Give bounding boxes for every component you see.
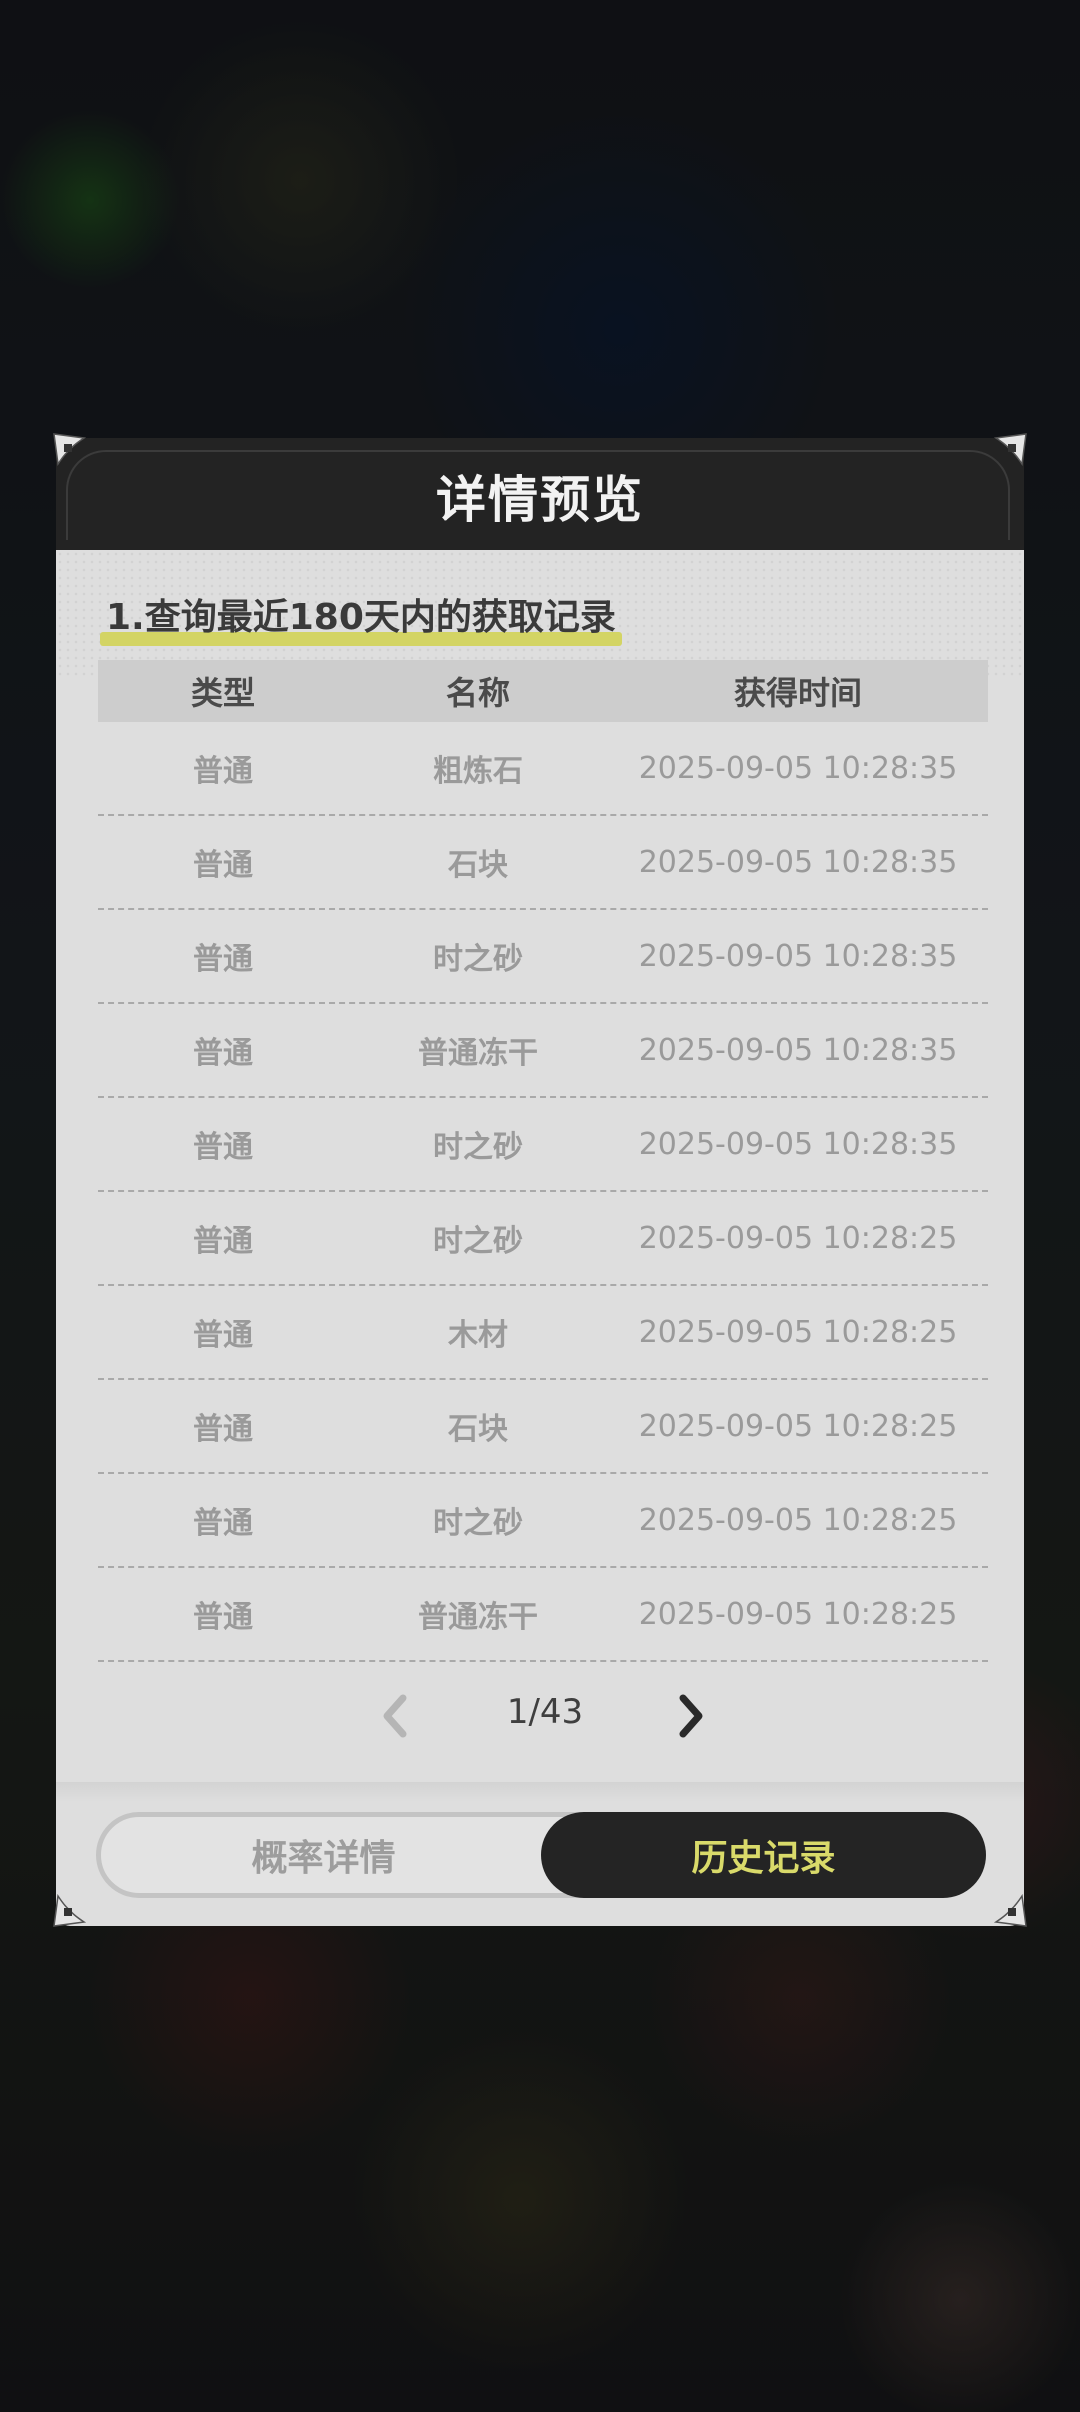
cell-name: 石块 (448, 848, 508, 883)
cell-time: 2025-09-05 10:28:25 (638, 1596, 958, 1632)
chevron-left-icon (383, 1694, 407, 1738)
corner-ornament-icon (994, 1894, 1027, 1927)
cell-type: 普通 (193, 1412, 253, 1447)
dialog-body: 1.查询最近180天内的获取记录 类型 名称 获得时间 普通 粗炼石 2025-… (56, 550, 1024, 1926)
dialog-title: 详情预览 (436, 471, 644, 529)
cell-time: 2025-09-05 10:28:35 (638, 1126, 958, 1162)
prev-page-button[interactable] (370, 1688, 420, 1744)
cell-name: 时之砂 (433, 1506, 523, 1541)
tab-history[interactable]: 历史记录 (541, 1812, 986, 1898)
table-row: 普通 时之砂 2025-09-05 10:28:35 (98, 1098, 988, 1192)
table-row: 普通 普通冻干 2025-09-05 10:28:25 (98, 1568, 988, 1662)
header-time: 获得时间 (733, 674, 862, 712)
cell-name: 时之砂 (433, 1130, 523, 1165)
cell-name: 木材 (448, 1318, 508, 1353)
table-row: 普通 粗炼石 2025-09-05 10:28:35 (98, 722, 988, 816)
subtitle-text: 1.查询最近180天内的获取记录 (106, 597, 616, 638)
cell-time: 2025-09-05 10:28:25 (638, 1220, 958, 1256)
tab-probability-details[interactable]: 概率详情 (101, 1812, 546, 1898)
table-row: 普通 木材 2025-09-05 10:28:25 (98, 1286, 988, 1380)
next-page-button[interactable] (666, 1688, 716, 1744)
cell-type: 普通 (193, 848, 253, 883)
cell-name: 粗炼石 (433, 754, 523, 789)
details-dialog: 详情预览 1.查询最近180天内的获取记录 类型 名称 获得时间 普通 粗炼石 … (56, 438, 1024, 1926)
page-indicator: 1/43 (506, 1692, 584, 1732)
chevron-right-icon (679, 1694, 703, 1738)
table-row: 普通 时之砂 2025-09-05 10:28:35 (98, 910, 988, 1004)
cell-time: 2025-09-05 10:28:35 (638, 938, 958, 974)
table-row: 普通 时之砂 2025-09-05 10:28:25 (98, 1192, 988, 1286)
cell-type: 普通 (193, 1130, 253, 1165)
cell-type: 普通 (193, 942, 253, 977)
header-type: 类型 (190, 674, 255, 712)
cell-type: 普通 (193, 1318, 253, 1353)
cell-name: 普通冻干 (418, 1600, 538, 1635)
pagination: 1/43 (56, 1682, 1024, 1752)
section-divider (56, 1782, 1024, 1802)
cell-time: 2025-09-05 10:28:35 (638, 750, 958, 786)
corner-ornament-icon (53, 1894, 86, 1927)
cell-name: 时之砂 (433, 942, 523, 977)
cell-time: 2025-09-05 10:28:25 (638, 1502, 958, 1538)
cell-time: 2025-09-05 10:28:35 (638, 844, 958, 880)
subtitle-block: 1.查询最近180天内的获取记录 (100, 588, 622, 646)
cell-type: 普通 (193, 754, 253, 789)
cell-type: 普通 (193, 1036, 253, 1071)
cell-type: 普通 (193, 1600, 253, 1635)
corner-ornament-icon (53, 433, 86, 466)
cell-time: 2025-09-05 10:28:35 (638, 1032, 958, 1068)
cell-time: 2025-09-05 10:28:25 (638, 1314, 958, 1350)
tab-switcher: 概率详情 历史记录 (96, 1812, 986, 1898)
table-row: 普通 石块 2025-09-05 10:28:25 (98, 1380, 988, 1474)
cell-type: 普通 (193, 1506, 253, 1541)
corner-ornament-icon (994, 433, 1027, 466)
cell-time: 2025-09-05 10:28:25 (638, 1408, 958, 1444)
cell-name: 石块 (448, 1412, 508, 1447)
history-table: 类型 名称 获得时间 普通 粗炼石 2025-09-05 10:28:35 普通… (98, 660, 988, 1662)
dialog-header: 详情预览 (56, 438, 1024, 550)
cell-name: 时之砂 (433, 1224, 523, 1259)
table-header: 类型 名称 获得时间 (98, 660, 988, 722)
table-row: 普通 普通冻干 2025-09-05 10:28:35 (98, 1004, 988, 1098)
table-row: 普通 石块 2025-09-05 10:28:35 (98, 816, 988, 910)
cell-name: 普通冻干 (418, 1036, 538, 1071)
header-name: 名称 (445, 674, 510, 712)
cell-type: 普通 (193, 1224, 253, 1259)
table-row: 普通 时之砂 2025-09-05 10:28:25 (98, 1474, 988, 1568)
